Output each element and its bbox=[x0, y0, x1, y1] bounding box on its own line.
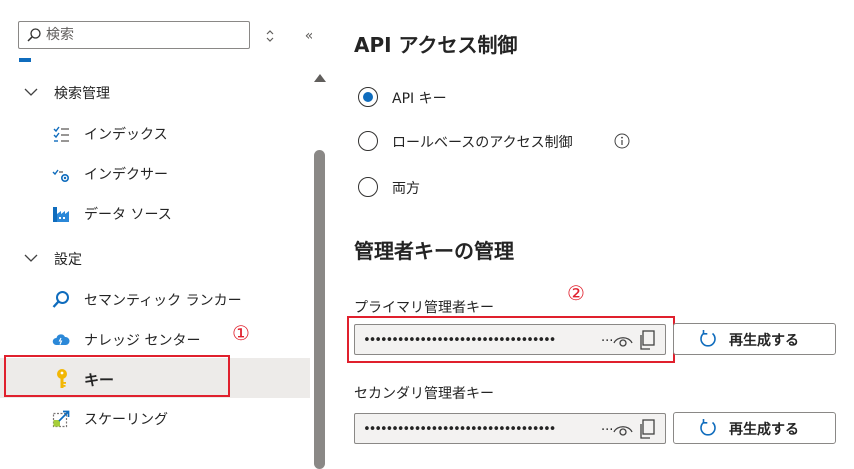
sidebar-item-label: インデックス bbox=[84, 127, 168, 143]
sidebar-item-indexes[interactable]: インデックス bbox=[38, 114, 310, 152]
truncation-ellipsis: ... bbox=[601, 419, 614, 434]
indexer-icon bbox=[51, 164, 71, 184]
group-settings[interactable]: 設定 bbox=[20, 246, 300, 272]
sidebar-item-label: データ ソース bbox=[84, 207, 172, 223]
step-marker-1: ① bbox=[232, 321, 250, 345]
primary-key-input[interactable] bbox=[363, 329, 601, 351]
sidebar-item-label: インデクサー bbox=[84, 167, 168, 183]
radio-label: 両方 bbox=[392, 181, 420, 197]
radio-label: API キー bbox=[392, 91, 447, 107]
button-label: 再生成する bbox=[729, 333, 799, 349]
group-label: 検索管理 bbox=[54, 86, 110, 102]
button-label: 再生成する bbox=[729, 422, 799, 438]
search-input[interactable] bbox=[46, 25, 241, 45]
chevron-down-icon bbox=[23, 84, 39, 104]
radio-unselected[interactable] bbox=[358, 177, 378, 197]
semantic-search-icon bbox=[51, 290, 71, 310]
regenerate-primary-button[interactable]: 再生成する bbox=[673, 323, 836, 355]
sidebar-item-scaling[interactable]: スケーリング bbox=[38, 399, 310, 437]
radio-label: ロールベースのアクセス制御 bbox=[392, 135, 573, 151]
sidebar-item-knowledge-center[interactable]: ナレッジ センター bbox=[38, 320, 310, 358]
collapse-sidebar-button[interactable]: « bbox=[300, 26, 318, 46]
sort-toggle-button[interactable] bbox=[262, 26, 278, 46]
copy-icon[interactable] bbox=[638, 330, 656, 354]
refresh-icon bbox=[698, 418, 718, 442]
key-icon bbox=[52, 368, 72, 394]
radio-rbac[interactable]: ロールベースのアクセス制御 bbox=[356, 129, 756, 155]
sidebar-scrollbar-thumb[interactable] bbox=[314, 150, 325, 469]
chevron-down-icon bbox=[23, 250, 39, 270]
radio-selected[interactable] bbox=[358, 87, 378, 107]
search-box[interactable] bbox=[18, 21, 250, 49]
sidebar-item-keys[interactable]: キー bbox=[0, 358, 310, 398]
scale-icon bbox=[51, 409, 71, 429]
search-icon bbox=[26, 27, 42, 47]
data-source-icon bbox=[51, 204, 71, 224]
api-access-title: API アクセス制御 bbox=[354, 33, 518, 57]
secondary-key-input[interactable] bbox=[363, 418, 601, 440]
secondary-key-field: ... bbox=[354, 413, 666, 444]
sidebar-item-label: セマンティック ランカー bbox=[84, 293, 242, 309]
sidebar-item-data-sources[interactable]: データ ソース bbox=[38, 194, 310, 232]
eye-icon[interactable] bbox=[613, 333, 633, 352]
sidebar-item-label: ナレッジ センター bbox=[84, 333, 201, 349]
info-icon[interactable] bbox=[614, 133, 630, 153]
sidebar-item-label: スケーリング bbox=[84, 412, 168, 428]
index-list-icon bbox=[51, 124, 71, 144]
copy-icon[interactable] bbox=[638, 419, 656, 443]
radio-unselected[interactable] bbox=[358, 131, 378, 151]
sidebar-item-indexers[interactable]: インデクサー bbox=[38, 154, 310, 192]
sort-arrows-icon bbox=[266, 30, 274, 42]
radio-both[interactable]: 両方 bbox=[356, 175, 756, 201]
scroll-up-arrow[interactable] bbox=[313, 68, 327, 82]
step-marker-2: ② bbox=[567, 281, 585, 305]
regenerate-secondary-button[interactable]: 再生成する bbox=[673, 412, 836, 444]
refresh-icon bbox=[698, 329, 718, 353]
partially-hidden-nav-icon bbox=[19, 57, 33, 64]
primary-key-field: ... bbox=[354, 324, 666, 355]
sidebar-item-label: キー bbox=[84, 371, 115, 389]
group-label: 設定 bbox=[54, 252, 82, 268]
sidebar-item-semantic-ranker[interactable]: セマンティック ランカー bbox=[38, 280, 310, 318]
primary-key-label: プライマリ管理者キー bbox=[354, 300, 494, 316]
sidebar: « 検索管理 インデックス bbox=[0, 0, 330, 469]
double-chevron-left-icon: « bbox=[304, 28, 314, 44]
eye-icon[interactable] bbox=[613, 422, 633, 441]
admin-keys-title: 管理者キーの管理 bbox=[354, 239, 514, 263]
truncation-ellipsis: ... bbox=[601, 330, 614, 345]
secondary-key-label: セカンダリ管理者キー bbox=[354, 386, 494, 402]
group-search-management[interactable]: 検索管理 bbox=[20, 80, 300, 106]
radio-api-key[interactable]: API キー bbox=[356, 85, 756, 111]
knowledge-cloud-icon bbox=[51, 330, 71, 350]
